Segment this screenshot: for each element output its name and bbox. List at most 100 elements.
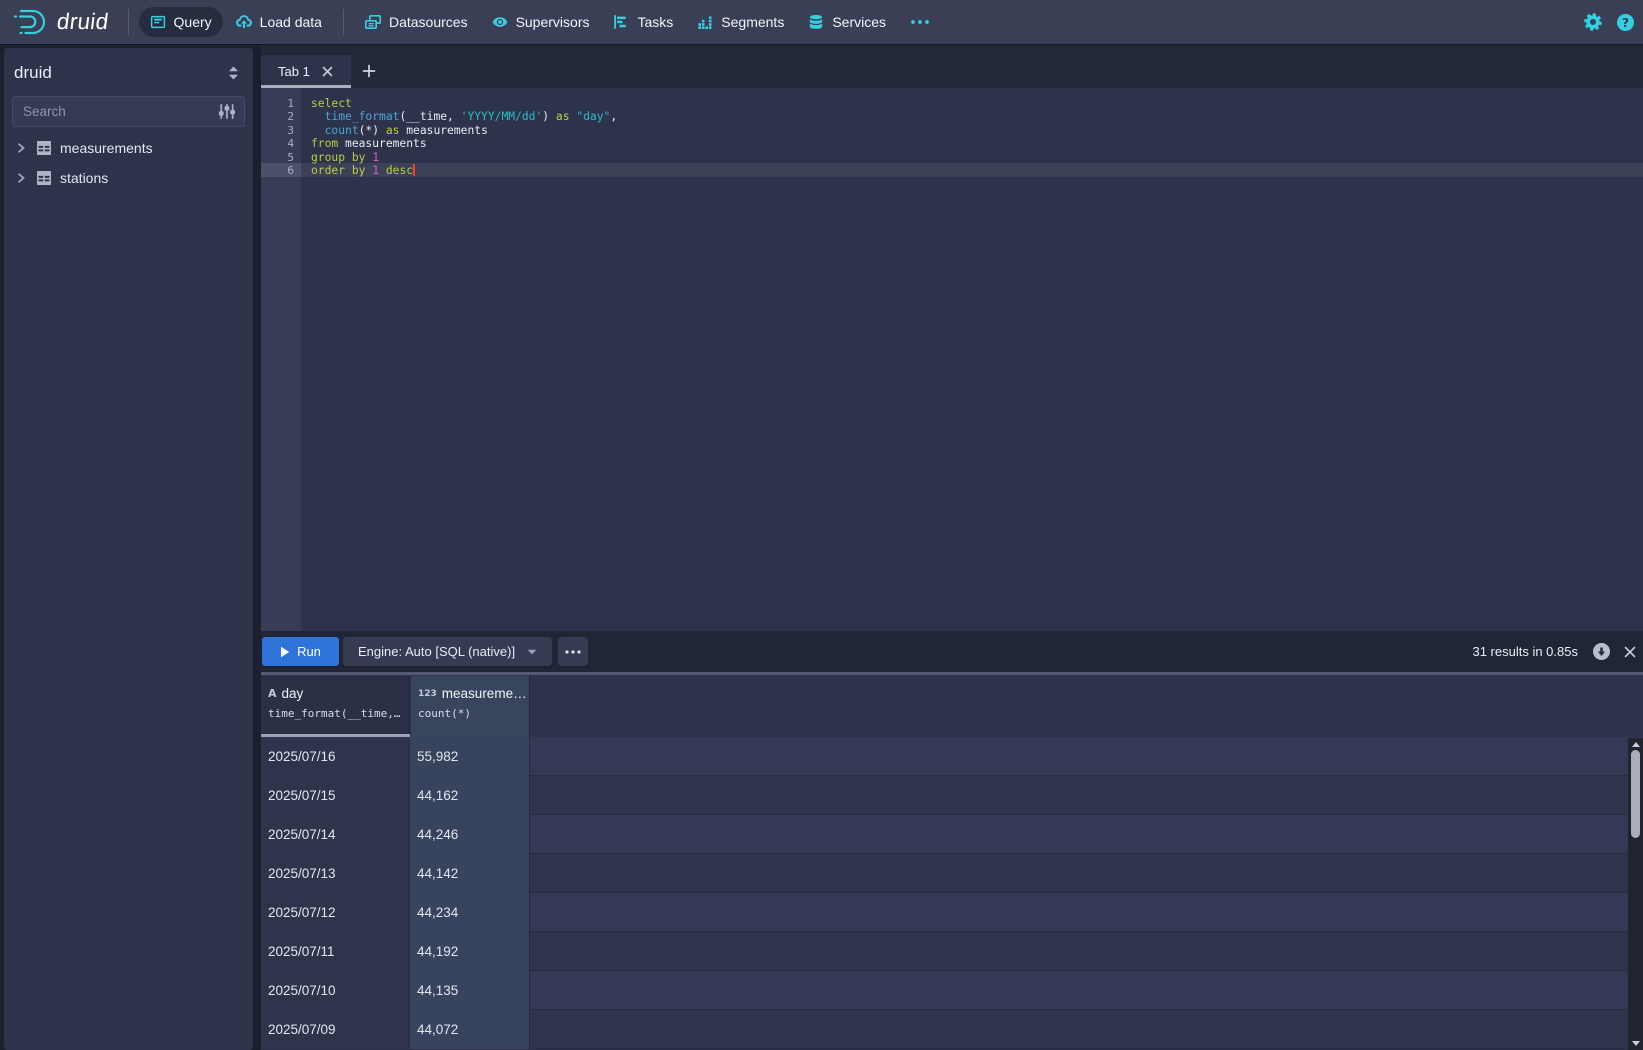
engine-select-button[interactable]: Engine: Auto [SQL (native)] (343, 637, 552, 666)
table-icon (36, 170, 52, 186)
number-type-icon: 123 (418, 689, 437, 699)
cell-measurements[interactable]: 44,072 (410, 1010, 530, 1049)
column-name: measurements (442, 686, 529, 701)
close-icon (1624, 646, 1636, 658)
filter-mixer-icon[interactable] (218, 103, 236, 120)
schema-sidebar: druid (4, 48, 253, 1050)
tree-item-measurements[interactable]: measurements (4, 133, 253, 163)
table-row[interactable]: 2025/07/1655,982 (261, 737, 1643, 776)
nav-label: Query (174, 14, 212, 30)
cell-day[interactable]: 2025/07/16 (261, 737, 410, 776)
help-button[interactable]: ? (1617, 14, 1634, 31)
cell-day[interactable]: 2025/07/14 (261, 815, 410, 854)
cell-measurements[interactable]: 44,192 (410, 932, 530, 971)
run-label: Run (297, 644, 321, 659)
table-row[interactable]: 2025/07/1044,135 (261, 971, 1643, 1010)
table-icon (36, 140, 52, 156)
sql-editor[interactable]: 123456 select time_format(__time, 'YYYY/… (261, 88, 1643, 631)
vertical-scrollbar[interactable] (1628, 738, 1643, 1050)
panels-icon (365, 14, 381, 30)
settings-gear-button[interactable] (1584, 13, 1602, 31)
download-results-button[interactable] (1593, 643, 1610, 660)
swap-vertical-icon[interactable] (227, 65, 240, 81)
close-results-button[interactable] (1624, 646, 1636, 658)
line-number: 2 (261, 110, 294, 123)
search-input[interactable] (12, 96, 245, 127)
column-name: day (282, 686, 304, 701)
cell-day[interactable]: 2025/07/15 (261, 776, 410, 815)
tree-item-stations[interactable]: stations (4, 163, 253, 193)
cell-measurements[interactable]: 44,234 (410, 893, 530, 932)
results-panel: A day time_format(__time, 'YYYY/MM/dd') … (261, 675, 1643, 1050)
tree-item-label: measurements (60, 140, 153, 156)
scroll-down-arrow[interactable] (1631, 1039, 1640, 1048)
column-expression: time_format(__time, 'YYYY/MM/dd') (268, 707, 409, 720)
tab-close-button[interactable] (322, 66, 333, 77)
cell-day[interactable]: 2025/07/12 (261, 893, 410, 932)
cell-measurements[interactable]: 44,162 (410, 776, 530, 815)
nav-more-button[interactable] (898, 7, 942, 37)
string-type-icon: A (268, 687, 277, 700)
new-tab-button[interactable] (356, 58, 382, 84)
top-right-actions: ? (1584, 13, 1643, 31)
top-nav: druid Query Load data (0, 0, 1643, 44)
nav-item-services[interactable]: Services (797, 7, 897, 37)
nav-label: Supervisors (516, 14, 590, 30)
table-row[interactable]: 2025/07/1344,142 (261, 854, 1643, 893)
nav-item-segments[interactable]: Segments (686, 7, 795, 37)
column-expression: count(*) (418, 707, 529, 720)
nav-label: Load data (260, 14, 322, 30)
chevron-right-icon[interactable] (13, 140, 29, 156)
query-view: Tab 1 123456 select time_format(__time, … (261, 44, 1643, 1050)
tab-label: Tab 1 (261, 64, 310, 79)
code-line: time_format(__time, 'YYYY/MM/dd') as "da… (311, 110, 1643, 123)
nav-item-tasks[interactable]: Tasks (602, 7, 684, 37)
application-icon (150, 14, 166, 30)
nav-label: Segments (721, 14, 784, 30)
cell-day[interactable]: 2025/07/09 (261, 1010, 410, 1049)
nav-item-datasources[interactable]: Datasources (354, 7, 479, 37)
table-row[interactable]: 2025/07/1544,162 (261, 776, 1643, 815)
column-header-measurements[interactable]: 123 measurements count(*) (411, 676, 530, 737)
cell-day[interactable]: 2025/07/11 (261, 932, 410, 971)
line-number: 4 (261, 137, 294, 150)
sidebar-search (12, 96, 245, 127)
cell-measurements[interactable]: 55,982 (410, 737, 530, 776)
nav-item-supervisors[interactable]: Supervisors (481, 7, 601, 37)
scrollbar-thumb[interactable] (1631, 750, 1640, 838)
nav-label: Tasks (637, 14, 673, 30)
chevron-right-icon[interactable] (13, 170, 29, 186)
cell-measurements[interactable]: 44,135 (410, 971, 530, 1010)
code-line: count(*) as measurements (311, 124, 1643, 137)
query-tab[interactable]: Tab 1 (261, 55, 351, 88)
more-dots-icon (565, 650, 581, 654)
line-number: 1 (261, 97, 294, 110)
eye-icon (492, 14, 508, 30)
line-number: 5 (261, 151, 294, 164)
logo-text: druid (55, 9, 110, 35)
cell-measurements[interactable]: 44,142 (410, 854, 530, 893)
table-row[interactable]: 2025/07/1244,234 (261, 893, 1643, 932)
nav-item-load-data[interactable]: Load data (225, 7, 333, 37)
nav-separator (128, 9, 129, 35)
query-more-button[interactable] (558, 637, 588, 666)
text-cursor (413, 164, 415, 176)
cell-day[interactable]: 2025/07/13 (261, 854, 410, 893)
cell-day[interactable]: 2025/07/10 (261, 971, 410, 1010)
cloud-upload-icon (236, 14, 252, 30)
sidebar-title: druid (14, 63, 52, 83)
run-button[interactable]: Run (262, 637, 339, 666)
nav-item-query[interactable]: Query (139, 7, 223, 37)
tree-item-label: stations (60, 170, 108, 186)
table-row[interactable]: 2025/07/0944,072 (261, 1010, 1643, 1049)
druid-logo[interactable]: druid (0, 6, 119, 38)
nav-label: Services (832, 14, 886, 30)
nav-separator (343, 9, 344, 35)
scroll-up-arrow[interactable] (1631, 740, 1640, 749)
table-row[interactable]: 2025/07/1144,192 (261, 932, 1643, 971)
bar-chart-icon (697, 14, 713, 30)
cell-measurements[interactable]: 44,246 (410, 815, 530, 854)
table-row[interactable]: 2025/07/1444,246 (261, 815, 1643, 854)
column-header-day[interactable]: A day time_format(__time, 'YYYY/MM/dd') (261, 676, 410, 737)
gantt-icon (613, 14, 629, 30)
